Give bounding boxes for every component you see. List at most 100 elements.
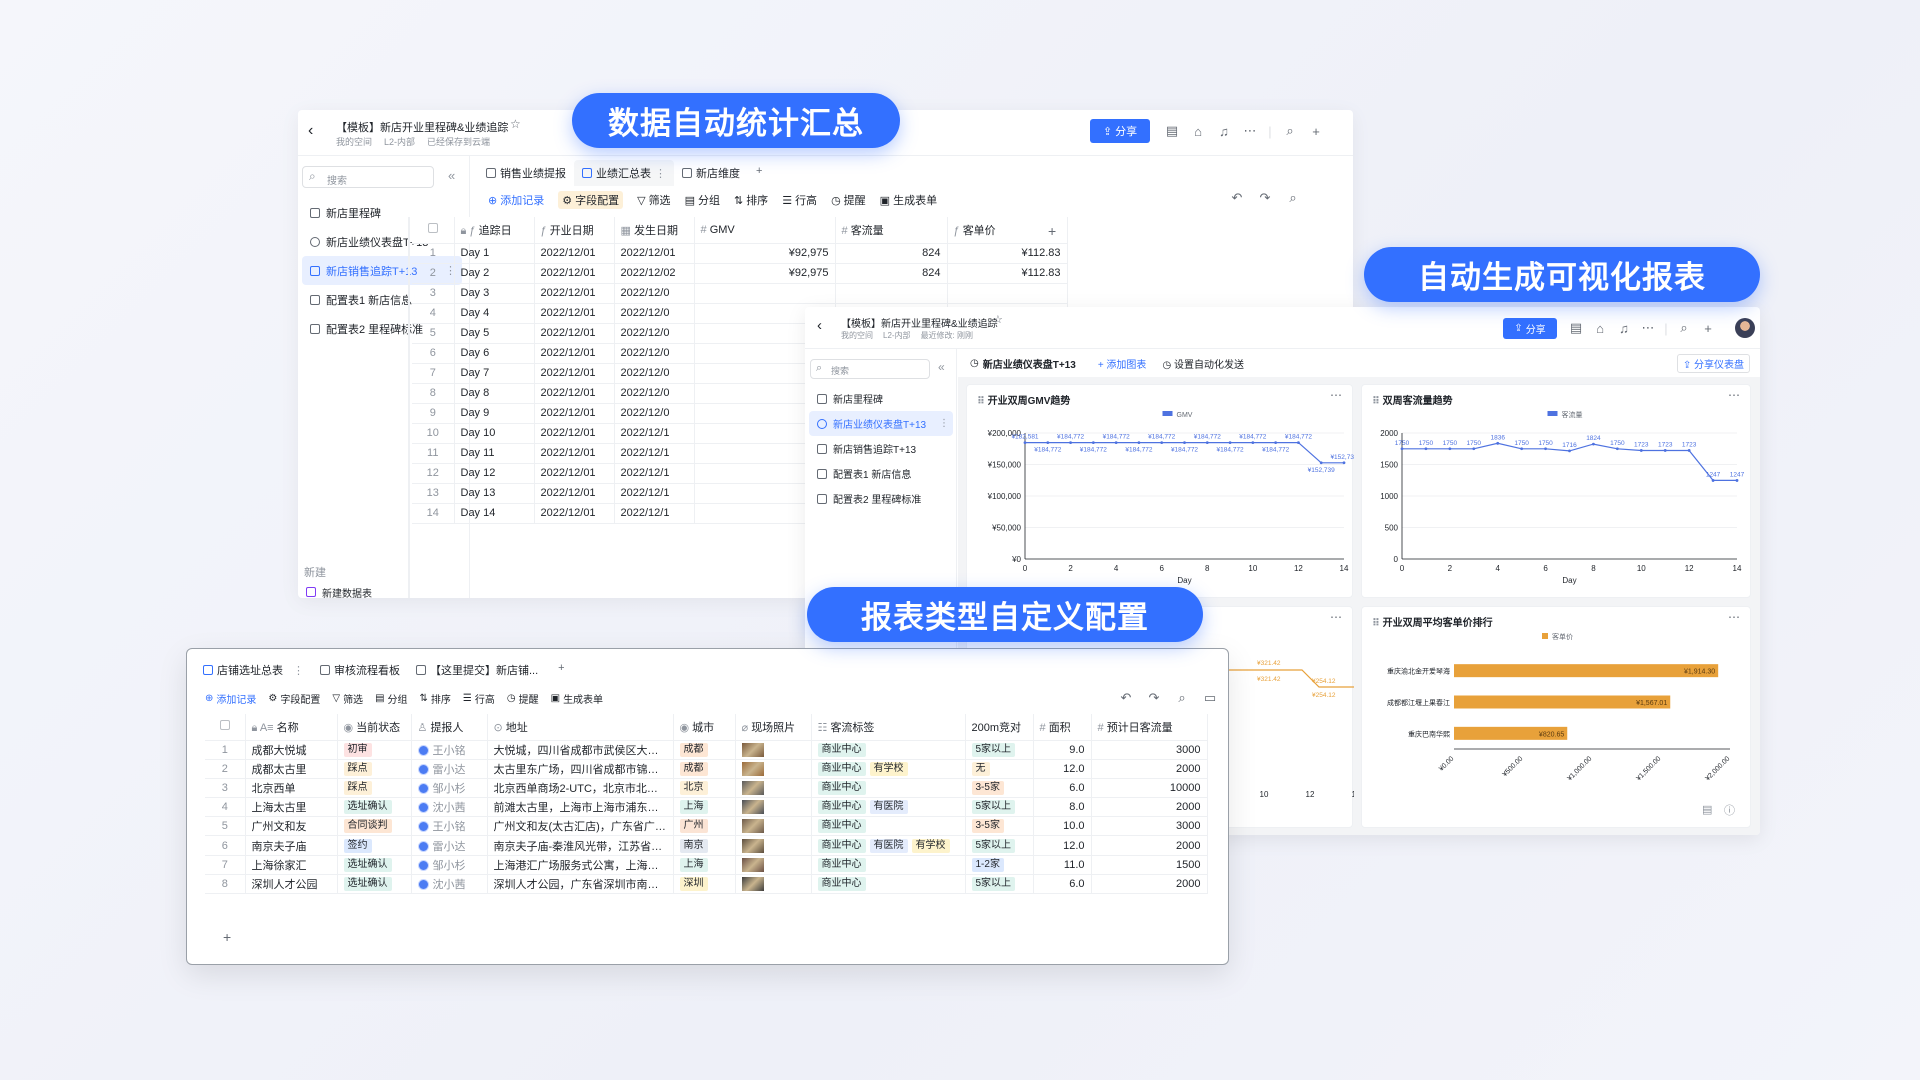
table-cell[interactable]: 14 [412, 503, 455, 524]
table-cell[interactable]: Day 10 [454, 423, 535, 444]
table-cell[interactable]: Day 7 [454, 363, 535, 384]
table-cell[interactable]: 4 [412, 303, 455, 324]
reminder-button[interactable]: ◷ 提醒 [831, 192, 866, 208]
table-cell[interactable]: 2022/12/01 [534, 403, 615, 424]
add-icon[interactable]: + [1699, 319, 1717, 337]
tab-review-kanban[interactable]: 审核流程看板 [312, 659, 408, 681]
chart-card-price-rank[interactable]: ⠿ 开业双周平均客单价排行 ⋯ 客单价 重庆渝北金开爱琴海 ¥1,914.30 成都都… [1361, 606, 1751, 828]
table-cell[interactable]: 2022/12/01 [534, 323, 615, 344]
cell-name[interactable]: 深圳人才公园 [245, 874, 338, 895]
cell-city[interactable]: 上海 [673, 855, 736, 875]
cell-address[interactable]: 前滩太古里，上海市上海市浦东新... [487, 797, 674, 818]
cell-owner[interactable]: 邹小杉 [411, 855, 488, 875]
table-cell[interactable]: 2022/12/01 [534, 483, 615, 504]
redo-icon[interactable]: ↷ [1256, 189, 1274, 207]
cell-daily-traffic[interactable]: 2000 [1091, 797, 1208, 818]
cell-owner[interactable]: 沈小茜 [411, 797, 488, 818]
template-icon[interactable]: ▤ [1567, 319, 1585, 337]
select-all-checkbox[interactable] [412, 217, 455, 244]
col-event-date[interactable]: ▦ 发生日期 [614, 217, 695, 244]
table-cell[interactable]: Day 6 [454, 343, 535, 364]
cell-status[interactable]: 签约 [337, 835, 412, 856]
table-cell[interactable]: 8 [412, 383, 455, 404]
reminder-button[interactable]: ◷ 提醒 [507, 691, 539, 706]
share-button[interactable]: ⇪ 分享 [1503, 318, 1557, 339]
tab-submit-form[interactable]: 【这里提交】新店铺... [408, 659, 546, 681]
table-cell[interactable]: ¥112.83 [947, 243, 1068, 264]
row-index[interactable]: 7 [205, 855, 246, 875]
table-row[interactable]: 4 上海太古里 选址确认 沈小茜 前滩太古里，上海市上海市浦东新... 上海 商业中心 有医院… [205, 797, 1208, 818]
cell-name[interactable]: 上海太古里 [245, 797, 338, 818]
table-cell[interactable]: 2022/12/01 [534, 463, 615, 484]
cell-traffic-tags[interactable]: 商业中心 有医院 [811, 797, 966, 818]
cell-address[interactable]: 上海港汇广场服务式公寓，上海市... [487, 855, 674, 875]
more-icon[interactable]: ⋮ [939, 418, 949, 429]
chart-card-traffic[interactable]: ⠿ 双周客流量趋势 ⋯ 客流量 0 500 1000 1500 2000 0 2 4 6 8 10 12… [1361, 384, 1751, 598]
table-cell[interactable]: Day 4 [454, 303, 535, 324]
cell-area[interactable]: 10.0 [1033, 816, 1092, 837]
table-cell[interactable]: 2022/12/01 [534, 303, 615, 324]
row-index[interactable]: 8 [205, 874, 246, 895]
cell-address[interactable]: 太古里东广场，四川省成都市锦江... [487, 759, 674, 779]
filter-button[interactable]: ▽ 筛选 [332, 691, 363, 706]
bell-icon[interactable]: ♫ [1215, 122, 1233, 140]
table-cell[interactable]: Day 5 [454, 323, 535, 344]
cell-city[interactable]: 南京 [673, 835, 736, 856]
table-cell[interactable]: 2022/12/01 [534, 503, 615, 524]
table-cell[interactable]: Day 14 [454, 503, 535, 524]
tab-sales-report[interactable]: 销售业绩提报 [478, 160, 574, 186]
row-height-button[interactable]: ☰ 行高 [782, 192, 817, 208]
search-input[interactable]: ⌕ 搜索 [302, 166, 434, 188]
cell-city[interactable]: 北京 [673, 778, 736, 799]
group-button[interactable]: ▤ 分组 [685, 192, 720, 208]
table-cell[interactable]: 2022/12/01 [534, 363, 615, 384]
cell-name[interactable]: 广州文和友 [245, 816, 338, 837]
col-area[interactable]: # 面积 [1033, 714, 1092, 741]
cell-city[interactable]: 深圳 [673, 874, 736, 895]
sidebar-item-milestone[interactable]: 新店里程碑 [809, 386, 953, 411]
cell-area[interactable]: 6.0 [1033, 778, 1092, 799]
col-address[interactable]: ⊙ 地址 [487, 714, 674, 741]
table-cell[interactable]: 824 [835, 263, 948, 284]
avatar[interactable] [1735, 318, 1755, 338]
search-records-icon[interactable]: ⌕ [1173, 689, 1191, 707]
cell-owner[interactable]: 邹小杉 [411, 778, 488, 799]
site-photo-thumbnail[interactable] [741, 857, 764, 872]
table-row[interactable]: 3 Day 3 2022/12/01 2022/12/0 [412, 283, 1068, 304]
cell-area[interactable]: 8.0 [1033, 797, 1092, 818]
field-config-button[interactable]: ⚙ 字段配置 [558, 191, 624, 209]
cell-competitors[interactable]: 5家以上 [965, 874, 1034, 895]
sort-button[interactable]: ⇅ 排序 [734, 192, 768, 208]
cell-area[interactable]: 12.0 [1033, 759, 1092, 779]
share-button[interactable]: ⇪ 分享 [1090, 119, 1150, 143]
auto-send-button[interactable]: ◷ 设置自动化发送 [1162, 356, 1244, 371]
back-icon[interactable]: ‹ [817, 317, 822, 334]
cell-city[interactable]: 上海 [673, 797, 736, 818]
cell-address[interactable]: 南京夫子庙-秦淮风光带，江苏省南... [487, 835, 674, 856]
cell-traffic-tags[interactable]: 商业中心 有学校 [811, 759, 966, 779]
robot-icon[interactable]: ⌂ [1189, 122, 1207, 140]
redo-icon[interactable]: ↷ [1145, 689, 1163, 707]
robot-icon[interactable]: ⌂ [1591, 319, 1609, 337]
cell-photo[interactable] [735, 759, 812, 779]
more-icon[interactable]: ⋯ [1728, 388, 1740, 402]
cell-traffic-tags[interactable]: 商业中心 [811, 778, 966, 799]
table-cell[interactable]: 9 [412, 403, 455, 424]
cell-photo[interactable] [735, 816, 812, 837]
row-height-button[interactable]: ☰ 行高 [463, 691, 495, 706]
table-cell[interactable]: 2022/12/01 [534, 243, 615, 264]
sidebar-item-sales[interactable]: 新店销售追踪T+13 [809, 436, 953, 461]
table-row[interactable]: 2 成都太古里 踩点 雷小达 太古里东广场，四川省成都市锦江... 成都 商业中心 有学校无 1… [205, 759, 1208, 779]
cell-photo[interactable] [735, 835, 812, 856]
generate-form-button[interactable]: ▣ 生成表单 [880, 192, 937, 208]
col-competitors[interactable]: 200m竞对 [965, 714, 1034, 741]
cell-traffic-tags[interactable]: 商业中心 有医院 有学校 [811, 835, 966, 856]
cell-address[interactable]: 北京西单商场2-UTC，北京市北京... [487, 778, 674, 799]
new-table-button[interactable]: 新建数据表 [298, 582, 372, 598]
search-icon[interactable]: ⌕ [1675, 319, 1693, 337]
col-track-day[interactable]: 🔒︎ ƒ 追踪日 [454, 217, 535, 244]
table-cell[interactable]: 2022/12/0 [614, 343, 695, 364]
cell-competitors[interactable]: 5家以上 [965, 740, 1034, 760]
filter-button[interactable]: ▽ 筛选 [637, 192, 670, 208]
table-row[interactable]: 1 Day 1 2022/12/01 2022/12/01 ¥92,975 824 ¥112… [412, 243, 1068, 264]
